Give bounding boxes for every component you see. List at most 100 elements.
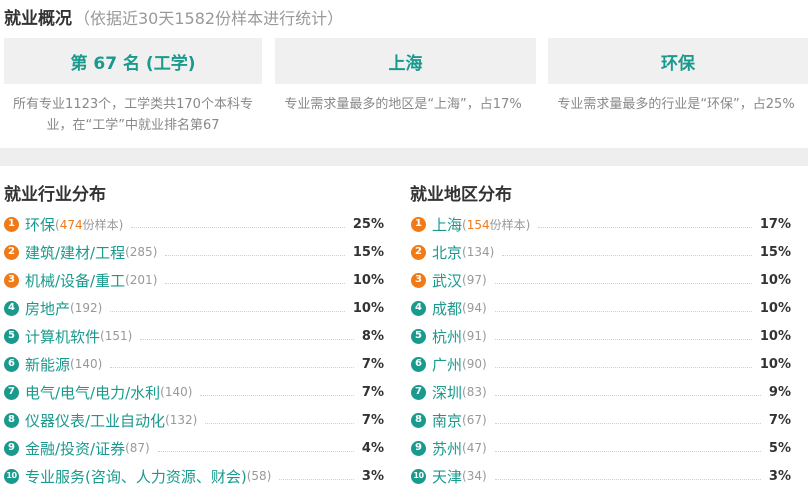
dotted-leader bbox=[494, 422, 761, 424]
summary-cards: 第 67 名 (工学) 上海 环保 bbox=[4, 38, 808, 84]
rank-badge: 8 bbox=[4, 412, 19, 428]
industry-row: 10 专业服务(咨询、人力资源、财会) (58) 3% bbox=[4, 462, 384, 490]
industry-link[interactable]: 仪器仪表/工业自动化 bbox=[25, 410, 165, 431]
sample-count: (285) bbox=[125, 245, 158, 259]
sample-count: (67) bbox=[462, 413, 487, 427]
region-link[interactable]: 南京 bbox=[432, 410, 462, 431]
dotted-leader bbox=[165, 254, 345, 256]
sample-count: (151) bbox=[100, 329, 133, 343]
sample-count: (140) bbox=[160, 385, 193, 399]
overview-header: 就业概况 （依据近30天1582份样本进行统计） bbox=[4, 4, 344, 29]
region-row: 4 成都 (94) 10% bbox=[411, 294, 791, 322]
card-top-industry: 环保 bbox=[548, 38, 808, 84]
region-list: 1 上海 (154份样本) 17% 2 北京 (134) 15% 3 武汉 (9… bbox=[411, 210, 791, 490]
card-top-region: 上海 bbox=[275, 38, 536, 84]
region-row: 1 上海 (154份样本) 17% bbox=[411, 210, 791, 238]
rank-badge: 3 bbox=[4, 272, 19, 288]
sample-count: (97) bbox=[462, 273, 487, 287]
percentage: 3% bbox=[361, 468, 384, 484]
dotted-leader bbox=[110, 310, 345, 312]
rank-badge: 2 bbox=[411, 244, 426, 260]
sample-count: (90) bbox=[462, 357, 487, 371]
region-link[interactable]: 深圳 bbox=[432, 382, 462, 403]
industry-link[interactable]: 计算机软件 bbox=[25, 326, 100, 347]
sample-count: (87) bbox=[125, 441, 150, 455]
region-link[interactable]: 上海 bbox=[432, 214, 462, 235]
sample-count: (58) bbox=[246, 469, 272, 483]
region-row: 10 天津 (34) 3% bbox=[411, 462, 791, 490]
overview-subtitle: （依据近30天1582份样本进行统计） bbox=[74, 9, 344, 28]
sample-count: (132) bbox=[165, 413, 198, 427]
industry-link[interactable]: 机械/设备/重工 bbox=[25, 270, 125, 291]
region-row: 9 苏州 (47) 5% bbox=[411, 434, 791, 462]
dotted-leader bbox=[494, 450, 761, 452]
dotted-leader bbox=[200, 394, 354, 396]
dotted-leader bbox=[502, 254, 752, 256]
percentage: 10% bbox=[759, 356, 791, 372]
region-row: 8 南京 (67) 7% bbox=[411, 406, 791, 434]
dotted-leader bbox=[494, 366, 752, 368]
sample-count: (47) bbox=[462, 441, 487, 455]
industry-title: 就业行业分布 bbox=[4, 185, 106, 205]
industry-row: 7 电气/电气/电力/水利 (140) 7% bbox=[4, 378, 384, 406]
percentage: 7% bbox=[361, 356, 384, 372]
rank-badge: 10 bbox=[4, 468, 19, 484]
region-link[interactable]: 广州 bbox=[432, 354, 462, 375]
industry-row: 1 环保 (474份样本) 25% bbox=[4, 210, 384, 238]
industry-row: 9 金融/投资/证券 (87) 4% bbox=[4, 434, 384, 462]
industry-link[interactable]: 电气/电气/电力/水利 bbox=[25, 382, 160, 403]
rank-badge: 5 bbox=[4, 328, 19, 344]
region-link[interactable]: 武汉 bbox=[432, 270, 462, 291]
dotted-leader bbox=[494, 338, 752, 340]
overview-title: 就业概况 bbox=[4, 9, 72, 29]
percentage: 25% bbox=[352, 216, 384, 232]
industry-row: 4 房地产 (192) 10% bbox=[4, 294, 384, 322]
percentage: 8% bbox=[361, 328, 384, 344]
rank-badge: 2 bbox=[4, 244, 19, 260]
percentage: 10% bbox=[759, 300, 791, 316]
industry-row: 8 仪器仪表/工业自动化 (132) 7% bbox=[4, 406, 384, 434]
industry-link[interactable]: 金融/投资/证券 bbox=[25, 438, 125, 459]
sample-count: (134) bbox=[462, 245, 495, 259]
dotted-leader bbox=[165, 282, 345, 284]
industry-list: 1 环保 (474份样本) 25% 2 建筑/建材/工程 (285) 15% 3… bbox=[4, 210, 384, 490]
rank-badge: 10 bbox=[411, 468, 426, 484]
rank-badge: 6 bbox=[411, 356, 426, 372]
card-rank-desc: 所有专业1123个，工学类共170个本科专业，在“工学”中就业排名第67 bbox=[13, 97, 253, 133]
rank-badge: 7 bbox=[4, 384, 19, 400]
rank-badge: 7 bbox=[411, 384, 426, 400]
region-link[interactable]: 天津 bbox=[432, 466, 462, 487]
region-link[interactable]: 杭州 bbox=[432, 326, 462, 347]
region-title: 就业地区分布 bbox=[410, 185, 512, 205]
industry-row: 5 计算机软件 (151) 8% bbox=[4, 322, 384, 350]
region-row: 5 杭州 (91) 10% bbox=[411, 322, 791, 350]
region-link[interactable]: 苏州 bbox=[432, 438, 462, 459]
percentage: 17% bbox=[759, 216, 791, 232]
percentage: 9% bbox=[768, 384, 791, 400]
region-row: 2 北京 (134) 15% bbox=[411, 238, 791, 266]
percentage: 7% bbox=[361, 412, 384, 428]
percentage: 5% bbox=[768, 440, 791, 456]
region-link[interactable]: 北京 bbox=[432, 242, 462, 263]
region-link[interactable]: 成都 bbox=[432, 298, 462, 319]
industry-link[interactable]: 建筑/建材/工程 bbox=[25, 242, 125, 263]
sample-count: (94) bbox=[462, 301, 487, 315]
percentage: 4% bbox=[361, 440, 384, 456]
industry-link[interactable]: 房地产 bbox=[25, 298, 70, 319]
dotted-leader bbox=[494, 394, 761, 396]
dotted-leader bbox=[494, 282, 752, 284]
percentage: 7% bbox=[361, 384, 384, 400]
dotted-leader bbox=[494, 478, 761, 480]
dotted-leader bbox=[538, 226, 752, 228]
industry-link[interactable]: 专业服务(咨询、人力资源、财会) bbox=[25, 466, 247, 487]
rank-badge: 6 bbox=[4, 356, 19, 372]
rank-badge: 1 bbox=[4, 216, 19, 232]
percentage: 15% bbox=[759, 244, 791, 260]
dotted-leader bbox=[279, 478, 354, 480]
card-rank: 第 67 名 (工学) bbox=[4, 38, 262, 84]
dotted-leader bbox=[110, 366, 354, 368]
percentage: 10% bbox=[352, 272, 384, 288]
card-top-industry-desc: 专业需求量最多的行业是“环保”，占25% bbox=[557, 97, 795, 112]
industry-link[interactable]: 新能源 bbox=[25, 354, 70, 375]
industry-link[interactable]: 环保 bbox=[25, 214, 55, 235]
